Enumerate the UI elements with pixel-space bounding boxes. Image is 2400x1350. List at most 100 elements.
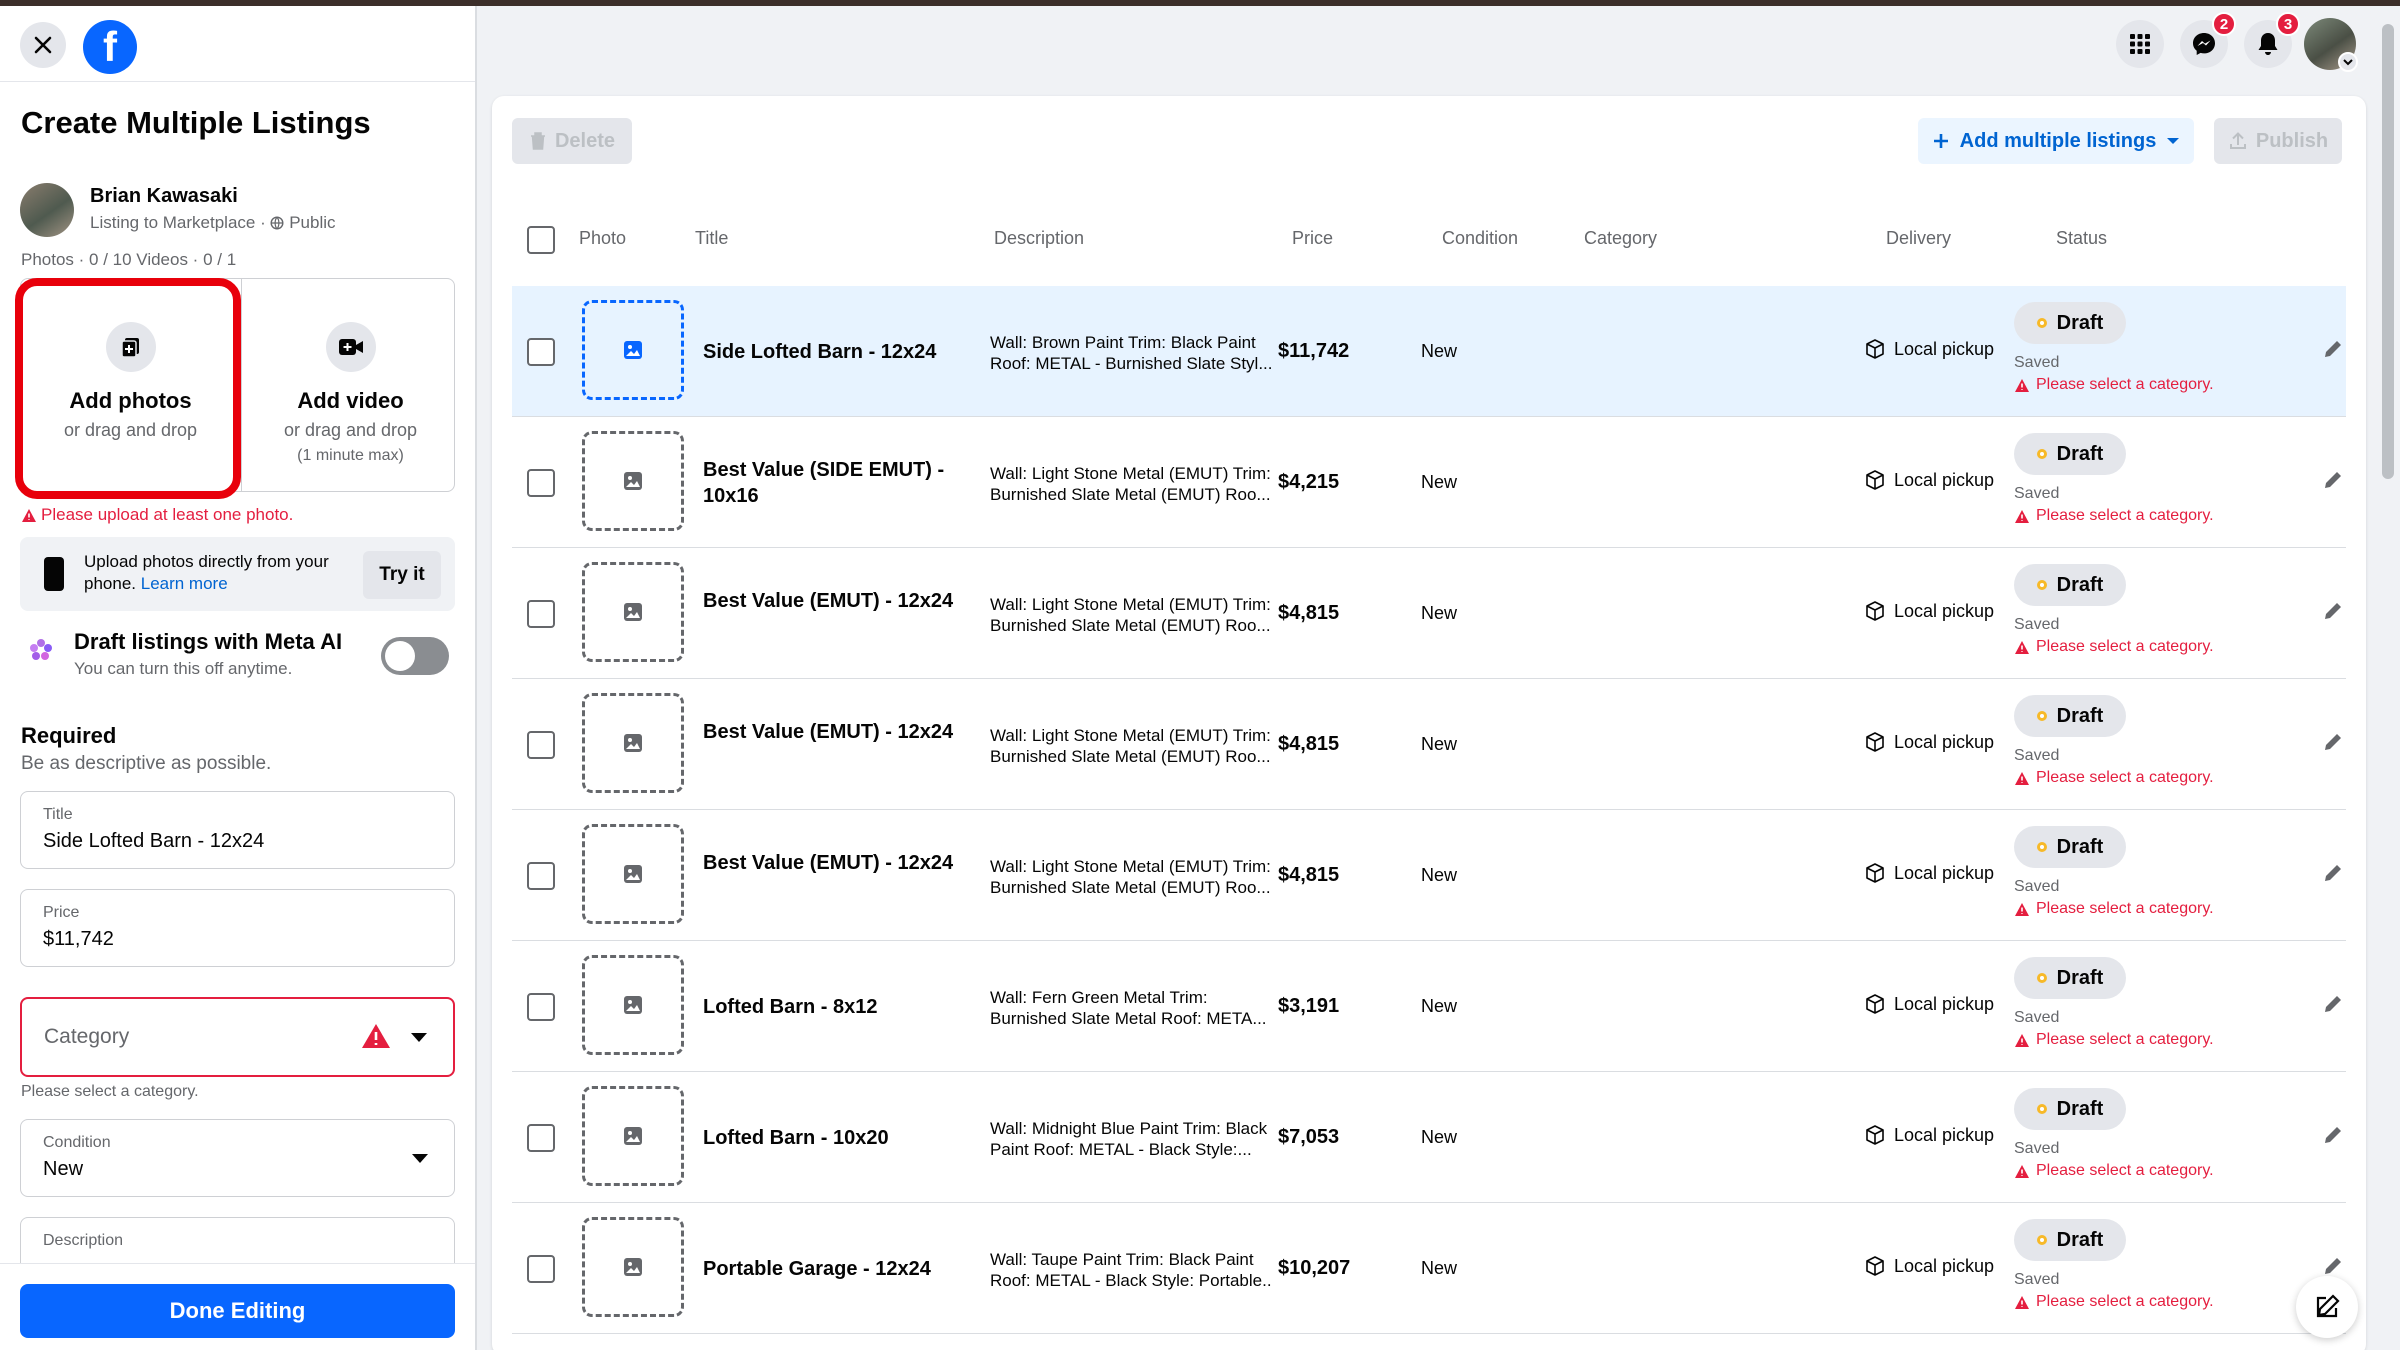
row-checkbox[interactable] <box>527 1255 555 1283</box>
image-icon <box>624 472 642 490</box>
row-title: Side Lofted Barn - 12x24 <box>703 341 937 363</box>
row-edit-button[interactable] <box>2322 993 2344 1020</box>
row-photo-placeholder[interactable] <box>582 431 684 531</box>
messenger-button[interactable]: 2 <box>2180 12 2236 68</box>
table-row[interactable]: Lofted Barn - 8x12 Wall: Fern Green Meta… <box>512 941 2346 1072</box>
meta-ai-title: Draft listings with Meta AI <box>74 629 343 654</box>
add-video-icon-wrap <box>325 322 376 372</box>
row-edit-button[interactable] <box>2322 862 2344 889</box>
table-row[interactable]: Best Value (SIDE EMUT) - 10x16 Wall: Lig… <box>512 417 2346 548</box>
compose-button[interactable] <box>2296 1276 2358 1338</box>
row-price: $4,815 <box>1278 733 1340 755</box>
description-field[interactable]: Description <box>20 1217 455 1263</box>
package-icon <box>1866 863 1884 883</box>
title-field[interactable]: Title Side Lofted Barn - 12x24 <box>20 791 455 869</box>
add-video-button[interactable]: Add video or drag and drop (1 minute max… <box>241 279 460 491</box>
row-edit-button[interactable] <box>2322 600 2344 627</box>
status-label: Draft <box>2056 704 2104 727</box>
row-edit-button[interactable] <box>2322 338 2344 365</box>
category-help: Please select a category. <box>21 1083 199 1100</box>
bell-icon <box>2258 33 2278 55</box>
close-button[interactable] <box>20 22 66 68</box>
category-select[interactable]: Category <box>20 997 455 1077</box>
row-checkbox[interactable] <box>527 600 555 628</box>
row-description-line2: Burnished Slate Metal (EMUT) Roo... <box>990 616 1271 635</box>
column-description: Description <box>994 228 1085 248</box>
table-row[interactable]: Portable Garage - 12x24 Wall: Taupe Pain… <box>512 1203 2346 1334</box>
row-checkbox[interactable] <box>527 1124 555 1152</box>
page-scrollbar[interactable] <box>2382 24 2394 479</box>
notifications-button[interactable]: 3 <box>2244 12 2300 68</box>
row-photo-placeholder[interactable] <box>582 824 684 924</box>
listing-destination-label: Listing to Marketplace · <box>90 213 271 232</box>
row-checkbox[interactable] <box>527 993 555 1021</box>
row-delivery-label: Local pickup <box>1894 338 1995 359</box>
required-heading: Required <box>21 723 117 748</box>
table-row[interactable]: Best Value (EMUT) - 12x24 Wall: Light St… <box>512 810 2346 941</box>
status-badge: Draft <box>2014 302 2126 344</box>
account-menu-chevron[interactable] <box>2338 52 2358 72</box>
row-edit-button[interactable] <box>2322 469 2344 496</box>
row-title: Best Value (EMUT) - 12x24 <box>703 721 954 743</box>
row-photo-placeholder[interactable] <box>582 300 684 400</box>
warning-icon <box>362 1024 390 1048</box>
row-delivery-label: Local pickup <box>1894 1255 1995 1276</box>
row-title: Best Value (SIDE EMUT) - 10x16 <box>703 459 945 507</box>
photo-error-text: Please upload at least one photo. <box>41 505 294 524</box>
row-saved-text: Saved <box>2014 1271 2060 1288</box>
status-label: Draft <box>2056 311 2104 334</box>
row-category-error-text: Please select a category. <box>2036 1031 2214 1048</box>
select-all-checkbox[interactable] <box>527 226 555 254</box>
row-checkbox[interactable] <box>527 338 555 366</box>
row-description-line1: Wall: Midnight Blue Paint Trim: Black <box>990 1119 1268 1138</box>
row-description: Wall: Taupe Paint Trim: Black Paint Roof:… <box>990 1249 1272 1291</box>
row-photo-placeholder[interactable] <box>582 1217 684 1317</box>
meta-ai-toggle[interactable] <box>381 637 449 675</box>
row-condition: New <box>1421 1127 1458 1147</box>
row-description: Wall: Fern Green Metal Trim: Burnished Sl… <box>990 987 1272 1029</box>
try-it-button[interactable]: Try it <box>363 551 441 599</box>
table-row[interactable]: Best Value (EMUT) - 12x24 Wall: Light St… <box>512 548 2346 679</box>
table-row[interactable]: Best Value (EMUT) - 12x24 Wall: Light St… <box>512 679 2346 810</box>
price-field[interactable]: Price $11,742 <box>20 889 455 967</box>
row-photo-placeholder[interactable] <box>582 955 684 1055</box>
condition-select[interactable]: Condition New <box>20 1119 455 1197</box>
publish-button[interactable]: Publish <box>2214 118 2342 164</box>
row-edit-button[interactable] <box>2322 1124 2344 1151</box>
add-multiple-listings-button[interactable]: Add multiple listings <box>1918 118 2194 164</box>
package-icon <box>1866 994 1884 1014</box>
done-editing-button[interactable]: Done Editing <box>20 1284 455 1338</box>
row-category-error: Please select a category. <box>2014 1293 2214 1311</box>
row-checkbox[interactable] <box>527 469 555 497</box>
sidebar-scroll-area[interactable]: Create Multiple Listings Brian Kawasaki … <box>0 83 475 1263</box>
row-checkbox[interactable] <box>527 731 555 759</box>
facebook-logo[interactable]: f <box>83 20 137 74</box>
row-saved-text: Saved <box>2014 616 2060 633</box>
photo-counts: Photos · 0 / 10 Videos · 0 / 1 <box>21 250 237 269</box>
learn-more-link[interactable]: Learn more <box>141 574 228 593</box>
column-category: Category <box>1584 228 1658 248</box>
delete-button[interactable]: Delete <box>512 118 632 164</box>
add-video-label: Add video <box>297 388 404 413</box>
status-label: Draft <box>2056 966 2104 989</box>
pencil-icon <box>2325 1258 2341 1274</box>
table-row[interactable]: Side Lofted Barn - 12x24 Wall: Brown Pai… <box>512 286 2346 417</box>
image-icon <box>624 1258 642 1276</box>
warning-icon <box>2015 1164 2029 1178</box>
draft-dot <box>2036 842 2047 852</box>
row-photo-placeholder[interactable] <box>582 562 684 662</box>
row-photo-placeholder[interactable] <box>582 1086 684 1186</box>
row-category-error: Please select a category. <box>2014 1162 2214 1180</box>
row-photo-placeholder[interactable] <box>582 693 684 793</box>
row-checkbox[interactable] <box>527 862 555 890</box>
row-category-error: Please select a category. <box>2014 638 2214 656</box>
row-edit-button[interactable] <box>2322 731 2344 758</box>
image-icon <box>624 603 642 621</box>
plus-icon <box>1933 134 1948 148</box>
status-label: Draft <box>2056 442 2104 465</box>
chevron-down-icon <box>412 1154 428 1163</box>
phone-upload-card: Upload photos directly from your phone. … <box>20 537 455 611</box>
pencil-icon <box>2325 996 2341 1012</box>
table-row[interactable]: Lofted Barn - 10x20 Wall: Midnight Blue … <box>512 1072 2346 1203</box>
menu-button[interactable] <box>2116 20 2164 68</box>
